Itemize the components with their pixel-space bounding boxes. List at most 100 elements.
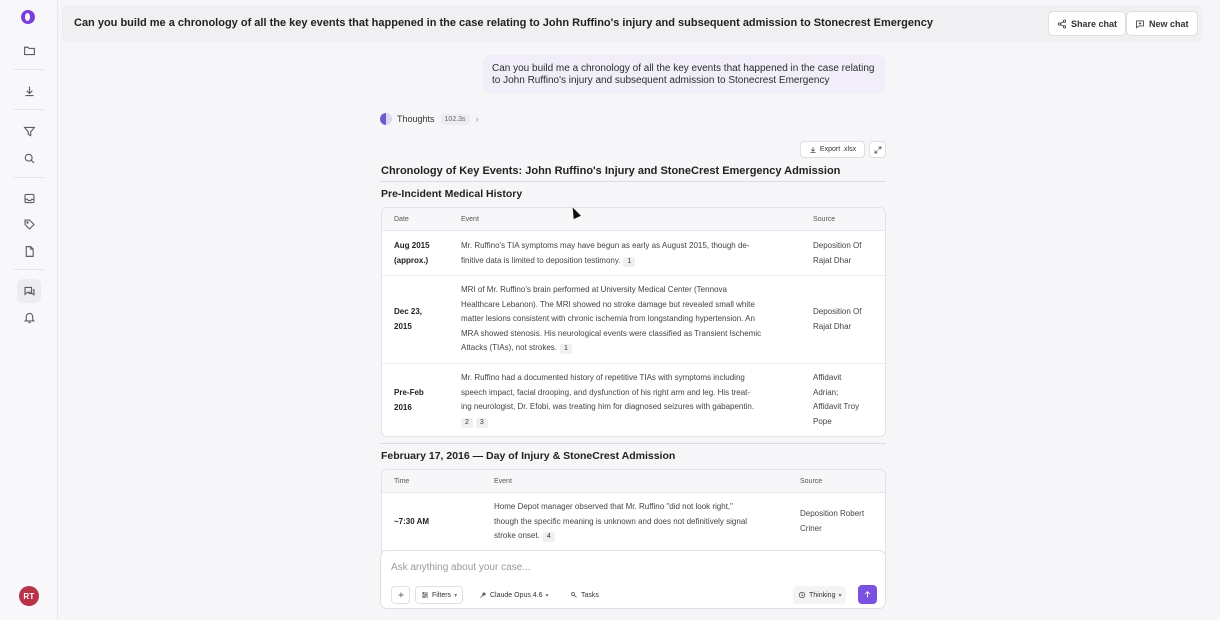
citation-badge[interactable]: 1 (623, 256, 636, 267)
row-time: ~7:30 AM (394, 517, 430, 526)
filter-icon[interactable] (17, 119, 41, 143)
chat-icon[interactable] (17, 279, 41, 303)
date-line: Aug 2015 (394, 241, 430, 250)
source-line: Rajat Dhar (813, 321, 852, 331)
source-line: Deposition Robert (800, 509, 865, 518)
day-of-injury-table: Time Event Source ~7:30 AM Home Depot ma… (381, 469, 886, 559)
tag-icon[interactable] (17, 212, 41, 236)
chevron-right-icon: › (475, 114, 479, 124)
chat-title: Can you build me a chronology of all the… (74, 17, 933, 29)
chevron-down-icon: ▾ (838, 592, 842, 599)
add-attachment-button[interactable] (391, 586, 410, 604)
event-line: MRI of Mr. Ruffino's brain performed at … (461, 285, 727, 294)
event-line: finitive data is limited to deposition t… (461, 255, 621, 265)
chevron-down-icon: ▾ (454, 592, 458, 599)
column-header-source: Source (800, 478, 823, 485)
title-divider (380, 181, 886, 182)
citation-badge[interactable]: 1 (560, 344, 572, 354)
export-label: Export .xlsx (819, 146, 857, 153)
folder-icon[interactable] (17, 38, 41, 62)
citation-badge[interactable]: 2 (461, 417, 473, 428)
send-button[interactable] (858, 585, 877, 604)
filters-button[interactable]: Filters ▾ (415, 586, 464, 604)
sidebar-divider (14, 109, 44, 110)
column-header-source: Source (813, 216, 836, 223)
thoughts-label: Thoughts (397, 114, 435, 124)
date-line: Pre-Feb (394, 388, 424, 397)
event-line: Home Depot manager observed that Mr. Ruf… (494, 502, 733, 511)
pre-incident-table: Date Event Source Aug 2015 (approx.) Mr.… (381, 207, 886, 437)
date-line: (approx.) (394, 255, 429, 265)
row-source: Deposition Of Rajat Dhar (813, 305, 861, 334)
filters-label: Filters (432, 591, 452, 599)
download-icon (810, 146, 816, 153)
source-line: Deposition Of (813, 241, 862, 250)
event-line: though the specific meaning is unknown a… (494, 516, 748, 526)
thoughts-icon (380, 113, 392, 125)
thinking-label: Thinking (809, 591, 836, 599)
document-title: Chronology of Key Events: John Ruffino's… (381, 165, 841, 177)
download-icon[interactable] (17, 79, 41, 103)
inbox-icon[interactable] (17, 186, 41, 210)
column-header-event: Event (461, 216, 479, 223)
arrow-up-icon (864, 591, 871, 598)
section-divider (380, 443, 886, 444)
model-label: Claude Opus 4.6 (490, 591, 543, 599)
source-line: Rajat Dhar (813, 255, 852, 265)
tasks-icon (571, 592, 577, 598)
bell-icon[interactable] (17, 305, 41, 329)
thinking-toggle[interactable]: Thinking ▾ (793, 586, 847, 604)
sidebar-divider (14, 177, 44, 178)
date-line: 2016 (394, 402, 412, 412)
row-event: Mr. Ruffino's TIA symptoms may have begu… (461, 239, 806, 268)
tasks-label: Tasks (581, 591, 599, 599)
share-chat-button[interactable]: Share chat (1048, 11, 1127, 36)
tasks-button[interactable]: Tasks (565, 586, 604, 604)
source-line: Pope (813, 416, 832, 426)
column-header-date: Date (394, 216, 409, 223)
source-line: Affidavit Troy (813, 402, 860, 411)
chat-input[interactable]: Ask anything about your case... (391, 562, 531, 573)
row-event: Mr. Ruffino had a documented history of … (461, 371, 806, 429)
date-line: 2015 (394, 321, 412, 331)
new-chat-button[interactable]: New chat (1126, 11, 1198, 36)
citation-badge[interactable]: 3 (475, 417, 488, 428)
row-source: Deposition Robert Criner (800, 507, 864, 536)
section-title-day-of-injury: February 17, 2016 — Day of Injury & Ston… (381, 450, 676, 462)
event-line: matter lesions consistent with chronic i… (461, 314, 755, 323)
row-source: Affidavit Adrian; Affidavit Troy Pope (813, 371, 859, 429)
user-avatar[interactable]: RT (19, 586, 39, 606)
row-date: Dec 23, 2015 (394, 305, 422, 334)
plus-icon (398, 592, 403, 598)
event-line: stroke onset. (494, 531, 540, 540)
export-xlsx-button[interactable]: Export .xlsx (800, 141, 865, 158)
row-source: Deposition Of Rajat Dhar (813, 239, 861, 268)
event-line: MRA showed stenosis. His neurological ev… (461, 328, 762, 338)
model-selector[interactable]: Claude Opus 4.6 ▾ (474, 586, 554, 604)
section-title-pre-incident: Pre-Incident Medical History (381, 188, 523, 200)
clock-icon (798, 591, 806, 599)
event-line: Mr. Ruffino had a documented history of … (461, 373, 745, 382)
share-icon (1057, 19, 1067, 28)
expand-button[interactable] (869, 141, 886, 158)
source-line: Criner (800, 523, 822, 533)
app-root: RT Can you build me a chronology of all … (0, 0, 1220, 620)
thoughts-duration: 102.3s (440, 113, 470, 125)
chat-header: Can you build me a chronology of all the… (62, 5, 1202, 42)
app-logo[interactable] (21, 10, 35, 24)
new-chat-icon (1136, 19, 1144, 29)
event-line: Attacks (TIAs), not strokes. (461, 343, 558, 352)
user-message: Can you build me a chronology of all the… (483, 55, 886, 94)
row-date: Pre-Feb 2016 (394, 386, 424, 415)
sidebar-divider (14, 269, 44, 270)
chevron-down-icon: ▾ (545, 592, 549, 599)
sidebar: RT (0, 0, 58, 620)
table-header: Time Event Source (382, 470, 885, 493)
citation-badge[interactable]: 4 (542, 532, 555, 542)
share-chat-label: Share chat (1071, 18, 1118, 29)
search-icon[interactable] (17, 146, 41, 170)
document-icon[interactable] (17, 239, 41, 263)
event-line: speech impact, facial drooping, and dysf… (461, 387, 751, 397)
thoughts-toggle[interactable]: Thoughts 102.3s › (380, 113, 479, 125)
event-line: ing neurologist, Dr. Efobi, was treating… (461, 402, 755, 411)
